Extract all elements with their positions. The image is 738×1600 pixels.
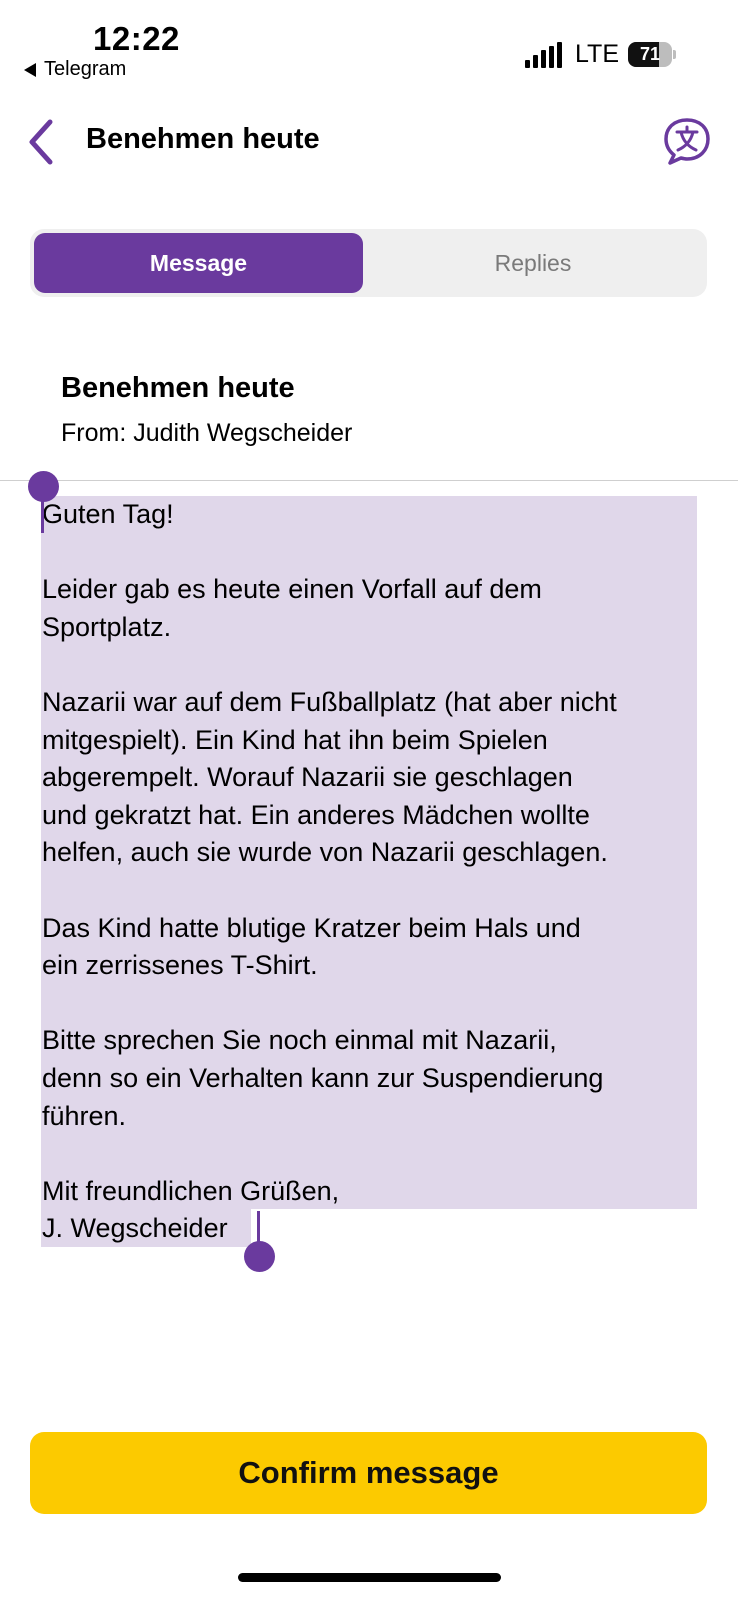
body-line: denn so ein Verhalten kann zur Suspendie…	[42, 1062, 604, 1093]
message-replies-tabs: Message Replies	[30, 229, 707, 297]
confirm-message-button[interactable]: Confirm message	[30, 1432, 707, 1514]
body-line: Das Kind hatte blutige Kratzer beim Hals…	[42, 912, 581, 943]
page-title: Benehmen heute	[86, 123, 320, 155]
battery-level: 71	[639, 44, 661, 64]
home-indicator[interactable]	[238, 1573, 501, 1582]
tab-replies[interactable]: Replies	[363, 233, 703, 293]
body-line: ein zerrissenes T-Shirt.	[42, 950, 318, 981]
status-time: 12:22	[93, 20, 180, 57]
body-line: Nazarii war auf dem Fußballplatz (hat ab…	[42, 686, 617, 717]
message-body[interactable]: Guten Tag! Leider gab es heute einen Vorf…	[42, 496, 702, 1248]
message-sender: From: Judith Wegscheider	[61, 419, 353, 447]
chevron-left-icon[interactable]	[26, 116, 60, 168]
body-line: mitgespielt). Ein Kind hat ihn beim Spie…	[42, 724, 548, 755]
body-line: Bitte sprechen Sie noch einmal mit Nazar…	[42, 1025, 557, 1056]
message-subject: Benehmen heute	[61, 372, 295, 404]
battery-icon: 71	[628, 42, 678, 67]
selection-start-handle[interactable]	[28, 471, 59, 502]
back-app-label: Telegram	[44, 58, 127, 80]
divider	[0, 480, 738, 481]
body-line: abgerempelt. Worauf Nazarii sie geschlag…	[42, 762, 573, 793]
body-line: Guten Tag!	[42, 499, 174, 529]
body-line: Sportplatz.	[42, 611, 172, 642]
translate-icon[interactable]	[662, 116, 712, 166]
body-blank-line	[42, 534, 702, 572]
body-line: und gekratzt hat. Ein anderes Mädchen wo…	[42, 799, 590, 830]
body-line: Leider gab es heute einen Vorfall auf de…	[42, 574, 542, 605]
body-blank-line	[42, 985, 702, 1023]
body-line: helfen, auch sie wurde von Nazarii gesch…	[42, 837, 608, 868]
back-triangle-icon	[24, 62, 36, 77]
back-to-telegram[interactable]: Telegram	[24, 58, 126, 81]
body-line: führen.	[42, 1100, 127, 1131]
body-line: Mit freundlichen Grüßen,	[42, 1175, 340, 1206]
cellular-signal-icon	[525, 42, 563, 68]
network-type: LTE	[575, 40, 619, 68]
body-line: J. Wegscheider	[42, 1213, 228, 1244]
body-blank-line	[42, 646, 702, 684]
body-blank-line	[42, 1135, 702, 1173]
tab-message[interactable]: Message	[34, 233, 363, 293]
body-blank-line	[42, 872, 702, 910]
selection-end-handle[interactable]	[244, 1241, 275, 1272]
